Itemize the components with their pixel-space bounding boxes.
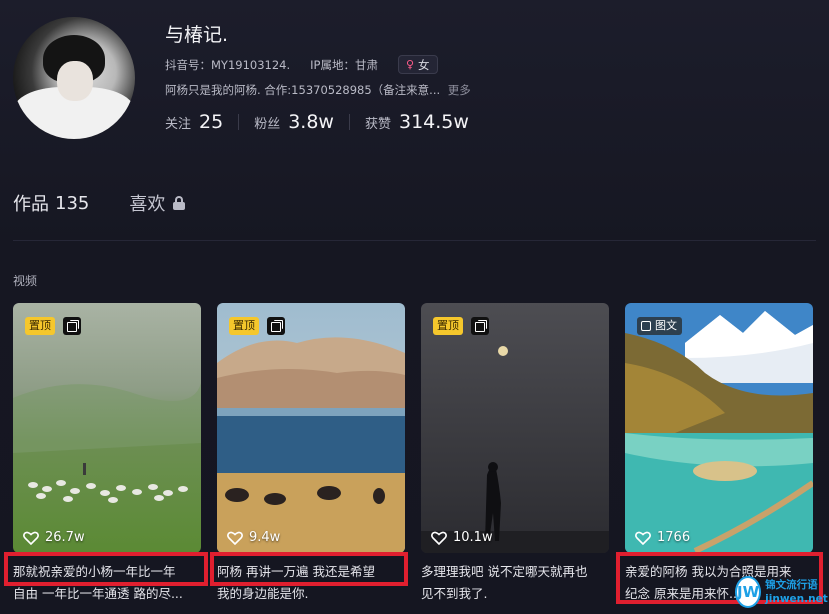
bio-text: 阿杨只是我的阿杨. 合作:15370528985（备注来意...	[165, 83, 441, 97]
video-card[interactable]: 图文 1766	[625, 303, 813, 553]
gender-label: 女	[418, 57, 430, 72]
avatar[interactable]	[13, 17, 135, 139]
multi-image-icon	[471, 317, 489, 335]
watermark-text: 锦文流行语 jinwen.net	[765, 578, 828, 606]
video-likes: 26.7w	[23, 530, 85, 545]
video-caption[interactable]: 多理理我吧 说不定哪天就再也 见不到我了.	[421, 561, 615, 609]
likes-count: 9.4w	[249, 530, 281, 545]
watermark-line-2: jinwen.net	[765, 593, 828, 605]
stats-row: 关注 25 粉丝 3.8w 获赞 314.5w	[165, 111, 469, 133]
highlight-box	[4, 552, 208, 586]
video-card[interactable]: 置顶 26.7w	[13, 303, 201, 553]
likes-count: 1766	[657, 530, 691, 545]
nickname: 与椿记.	[165, 24, 229, 46]
tab-likes[interactable]: 喜欢	[129, 190, 186, 216]
tabs-divider	[13, 240, 816, 241]
tab-works-label: 作品	[13, 194, 49, 215]
stat-label: 粉丝	[254, 117, 281, 132]
video-card[interactable]: 置顶 10.1w	[421, 303, 609, 553]
image-post-label: 图文	[655, 319, 677, 332]
image-post-icon	[641, 321, 651, 331]
bio: 阿杨只是我的阿杨. 合作:15370528985（备注来意... 更多	[165, 82, 471, 98]
caption-line-2: 见不到我了.	[421, 586, 488, 601]
image-post-badge: 图文	[637, 317, 682, 335]
multi-image-icon	[267, 317, 285, 335]
stat-label: 获赞	[364, 117, 391, 132]
video-card[interactable]: 置顶 9.4w	[217, 303, 405, 553]
meta-row: 抖音号：MY19103124. IP属地：甘肃 ♀ 女	[165, 55, 438, 74]
likes-count: 26.7w	[45, 530, 85, 545]
multi-image-icon	[63, 317, 81, 335]
profile-tabs: 作品 135 喜欢	[13, 190, 186, 216]
video-likes: 10.1w	[431, 530, 493, 545]
heart-icon	[431, 531, 447, 545]
likes-count: 10.1w	[453, 530, 493, 545]
pinned-badge: 置顶	[229, 317, 259, 335]
stat-label: 关注	[165, 117, 192, 132]
watermark-line-1: 锦文流行语	[765, 579, 818, 591]
stat-value: 25	[199, 111, 224, 133]
stat-value: 314.5w	[399, 111, 469, 133]
highlight-box	[210, 552, 408, 586]
video-thumbnail	[625, 303, 813, 553]
gender-badge: ♀ 女	[397, 55, 438, 74]
pinned-badge: 置顶	[433, 317, 463, 335]
bio-more-link[interactable]: 更多	[448, 83, 471, 97]
stat-following[interactable]: 关注 25	[165, 111, 223, 133]
caption-line-2: 自由 一年比一年通透 路的尽...	[13, 586, 183, 601]
caption-line-2: 我的身边能是你.	[217, 586, 309, 601]
stat-value: 3.8w	[288, 111, 334, 133]
heart-icon	[635, 531, 651, 545]
pinned-badge: 置顶	[25, 317, 55, 335]
lock-icon	[173, 196, 186, 210]
stat-divider	[238, 114, 240, 130]
tab-works[interactable]: 作品 135	[13, 190, 89, 216]
stat-divider	[348, 114, 350, 130]
caption-line-1: 多理理我吧 说不定哪天就再也	[421, 564, 588, 579]
female-icon: ♀	[405, 58, 415, 71]
video-thumbnail	[217, 303, 405, 553]
tab-works-count: 135	[55, 192, 90, 214]
douyin-id: 抖音号：MY19103124.	[165, 57, 291, 72]
heart-icon	[227, 531, 243, 545]
avatar-face	[57, 61, 93, 101]
watermark: JW 锦文流行语 jinwen.net	[735, 573, 828, 611]
video-thumbnail	[421, 303, 609, 553]
stat-followers[interactable]: 粉丝 3.8w	[254, 111, 334, 133]
video-likes: 1766	[635, 530, 690, 545]
ip-location: IP属地：甘肃	[310, 57, 378, 72]
profile-page: 与椿记. 抖音号：MY19103124. IP属地：甘肃 ♀ 女 阿杨只是我的阿…	[0, 0, 829, 614]
video-thumbnail	[13, 303, 201, 553]
tab-likes-label: 喜欢	[129, 194, 166, 215]
video-likes: 9.4w	[227, 530, 280, 545]
stat-likes-received: 获赞 314.5w	[365, 111, 469, 133]
watermark-logo: JW	[735, 576, 762, 608]
heart-icon	[23, 531, 39, 545]
section-label-videos: 视频	[13, 274, 38, 288]
